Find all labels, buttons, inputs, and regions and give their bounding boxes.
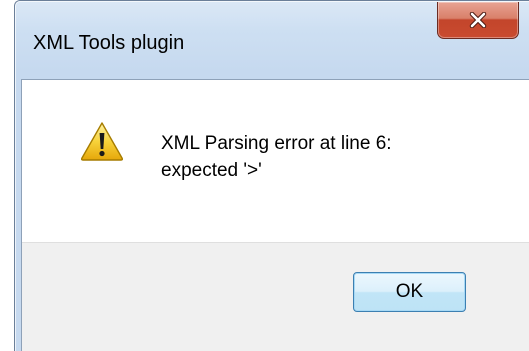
dialog-window: XML Tools plugin XML Parsing error at li… (14, 0, 529, 351)
title-bar[interactable]: XML Tools plugin (15, 1, 529, 79)
close-icon (469, 12, 487, 28)
warning-icon (80, 122, 124, 161)
dialog-body: XML Parsing error at line 6: expected '>… (21, 79, 529, 351)
close-button[interactable] (437, 2, 519, 39)
button-bar: OK (22, 242, 529, 351)
ok-button[interactable]: OK (353, 272, 466, 312)
dialog-title: XML Tools plugin (33, 32, 185, 54)
error-message: XML Parsing error at line 6: expected '>… (161, 130, 392, 184)
message-line-1: XML Parsing error at line 6: (161, 133, 392, 154)
message-line-2: expected '>' (161, 160, 262, 181)
message-area: XML Parsing error at line 6: expected '>… (22, 80, 529, 242)
